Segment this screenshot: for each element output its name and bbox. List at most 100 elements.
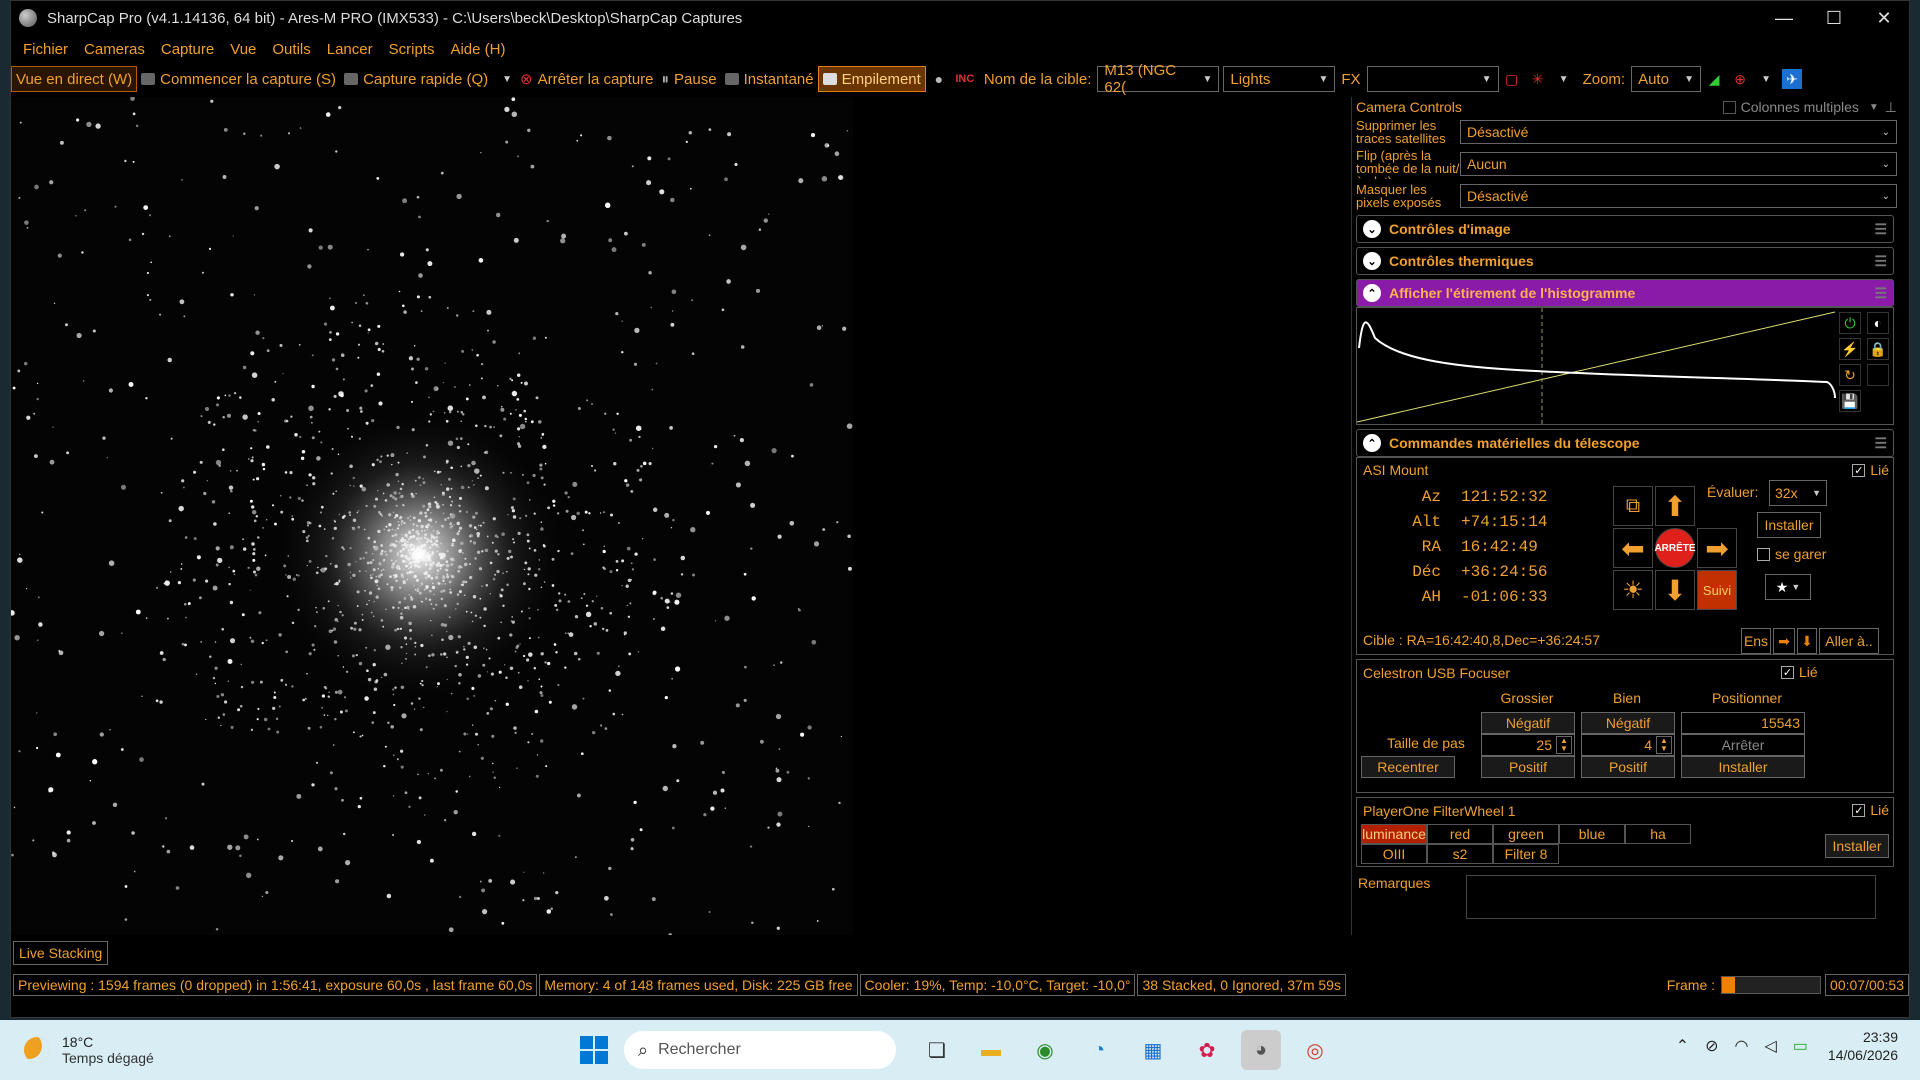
network-off-icon[interactable]: ⊘ [1705,1036,1718,1056]
maximize-button[interactable]: ☐ [1809,1,1859,35]
filter-oiii[interactable]: OIII [1361,844,1427,864]
filter-blue[interactable]: blue [1559,824,1625,844]
stacking-button[interactable]: Empilement [817,66,926,92]
focuser-stop-button[interactable]: Arrêter [1681,734,1805,756]
battery-icon[interactable]: ▭ [1793,1036,1808,1056]
chevron-down-icon[interactable]: ▼ [502,74,512,85]
menu-icon[interactable]: ☰ [1874,435,1887,452]
sync-icon[interactable]: ⧉ [1613,486,1653,526]
pause-button[interactable]: ⏸ Pause [658,66,721,92]
west-arrow-button[interactable]: ⬅ [1613,528,1653,568]
goto-button[interactable]: Aller à.. [1819,628,1879,654]
menu-capture[interactable]: Capture [157,41,218,58]
clock[interactable]: 23:39 14/06/2026 [1828,1028,1898,1064]
fine-positive-button[interactable]: Positif [1581,756,1675,778]
taskbar-search[interactable]: ⌕ Rechercher [624,1031,896,1069]
app-target-icon[interactable]: ◉ [1025,1030,1065,1070]
filter-luminance[interactable]: luminance [1361,824,1427,844]
filterwheel-install-button[interactable]: Installer [1825,834,1889,858]
chrome-icon[interactable]: ◎ [1295,1030,1335,1070]
zoom-select[interactable]: Auto ▼ [1631,66,1702,92]
reset-icon[interactable]: ↻ [1839,364,1861,386]
pin-icon[interactable]: ⊥ [1885,99,1897,116]
wifi-icon[interactable]: ◠ [1735,1036,1749,1056]
set-target-button[interactable]: Ens [1741,628,1771,654]
moon-icon[interactable]: ● [929,69,949,89]
red-square-icon[interactable]: ▢ [1502,69,1522,89]
lock-icon[interactable]: 🔒 [1867,338,1889,360]
satellite-trails-select[interactable]: Désactivé ⌄ [1460,120,1897,144]
coarse-positive-button[interactable]: Positif [1481,756,1575,778]
park-checkbox[interactable] [1757,547,1770,561]
star-select[interactable]: ★ ▼ [1765,574,1811,600]
arrow-right-icon[interactable]: ➡ [1773,628,1795,654]
histogram-section[interactable]: ⌃ Afficher l'étirement de l'histogramme ☰ [1356,279,1894,307]
save-icon[interactable]: 💾 [1839,390,1861,412]
east-arrow-button[interactable]: ➡ [1697,528,1737,568]
mount-linked-checkbox[interactable]: ✓ [1852,463,1866,477]
target-icon[interactable]: ⊕ [1730,69,1750,89]
rate-select[interactable]: 32x ▼ [1769,480,1827,506]
chevron-up-icon[interactable]: ⌃ [1676,1036,1689,1056]
filter-red[interactable]: red [1427,824,1493,844]
stop-capture-button[interactable]: ⊗ Arrêter la capture [516,66,657,92]
mount-linked-toggle[interactable]: ✓ Lié [1852,462,1889,478]
filter-8[interactable]: Filter 8 [1493,844,1559,864]
spinner-icon[interactable]: ▲ ▼ [1656,736,1672,754]
histogram-display[interactable]: ⏻ ◐ ⚡ 🔒 ↻ 💾 [1356,307,1894,425]
edge-browser-icon[interactable]: ◔ [1079,1030,1119,1070]
image-viewport[interactable] [9,96,1349,937]
menu-icon[interactable]: ☰ [1874,253,1887,270]
coarse-negative-button[interactable]: Négatif [1481,712,1575,734]
task-view-icon[interactable]: ❏ [917,1030,957,1070]
fx-select[interactable]: ▼ [1366,66,1499,92]
position-field[interactable]: 15543 [1681,712,1805,734]
arrow-down-icon[interactable]: ⬇ [1797,628,1817,654]
coarse-step-field[interactable]: 25 ▲ ▼ [1481,734,1575,756]
histogram-icon[interactable]: ◢ [1704,69,1724,89]
red-star-icon[interactable]: ✳ [1528,69,1548,89]
target-name-select[interactable]: M13 (NGC 62(▼ [1097,62,1220,96]
sun-icon[interactable]: ☀ [1613,570,1653,610]
lightning-icon[interactable]: ⚡ [1839,338,1861,360]
chevron-down-icon[interactable]: ▼ [1756,69,1776,89]
fine-negative-button[interactable]: Négatif [1581,712,1675,734]
menu-icon[interactable]: ☰ [1874,285,1887,302]
multi-columns-toggle[interactable]: Colonnes multiples ▼ ⊥ [1722,99,1897,116]
inc-icon[interactable]: INC [955,69,975,89]
focuser-linked-toggle[interactable]: ✓ Lié [1781,664,1818,680]
file-explorer-icon[interactable]: ▬ [971,1030,1011,1070]
spinner-icon[interactable]: ▲ ▼ [1556,736,1572,754]
frame-type-select[interactable]: Lights ▼ [1223,66,1336,92]
chevron-down-icon[interactable]: ▼ [1869,102,1879,113]
mask-pixels-select[interactable]: Désactivé ⌄ [1460,184,1897,208]
snapshot-button[interactable]: Instantané [721,66,818,92]
quick-capture-button[interactable]: Capture rapide (Q) ▼ [340,66,516,92]
live-view-button[interactable]: Vue en direct (W) [11,66,138,92]
windows-start-icon[interactable] [580,1036,608,1064]
menu-fichier[interactable]: Fichier [19,41,72,58]
fine-step-field[interactable]: 4 ▲ ▼ [1581,734,1675,756]
chevron-down-icon[interactable]: ▼ [1554,69,1574,89]
menu-aide[interactable]: Aide (H) [446,41,509,58]
menu-lancer[interactable]: Lancer [323,41,377,58]
park-toggle[interactable]: se garer [1757,546,1826,562]
recenter-button[interactable]: Recentrer [1361,756,1455,778]
filter-s2[interactable]: s2 [1427,844,1493,864]
focuser-linked-checkbox[interactable]: ✓ [1781,665,1794,679]
auto-stretch-icon[interactable]: ⏻ [1839,312,1861,334]
multi-columns-checkbox[interactable] [1722,100,1736,114]
mount-install-button[interactable]: Installer [1757,512,1821,538]
weather-widget[interactable]: 18°C Temps dégagé [24,1034,154,1066]
telescope-section[interactable]: ⌃ Commandes matérielles du télescope ☰ [1356,429,1894,457]
north-arrow-button[interactable]: ⬆ [1655,486,1695,526]
filter-green[interactable]: green [1493,824,1559,844]
start-capture-button[interactable]: Commencer la capture (S) [137,66,340,92]
filter-ha[interactable]: ha [1625,824,1691,844]
flip-select[interactable]: Aucun ⌄ [1460,152,1897,176]
app-red-icon[interactable]: ✿ [1187,1030,1227,1070]
focuser-install-button[interactable]: Installer [1681,756,1805,778]
menu-cameras[interactable]: Cameras [80,41,149,58]
menu-vue[interactable]: Vue [226,41,260,58]
stop-mount-button[interactable]: ARRÊTE [1654,528,1696,568]
